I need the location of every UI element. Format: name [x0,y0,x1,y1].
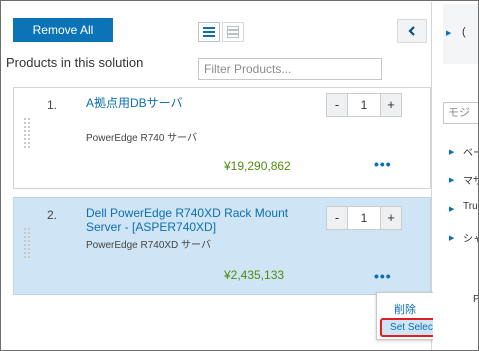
config-item[interactable]: マザ [463,172,478,187]
config-header: ▶ ( [443,4,478,64]
decrement-button[interactable]: - [326,93,348,117]
increment-button[interactable]: + [380,206,402,230]
config-item[interactable]: ベー [463,144,478,159]
product-name-line2[interactable]: Server - [ASPER740XD] [86,220,216,234]
more-options-icon[interactable]: ••• [374,268,392,284]
product-model: PowerEdge R740XD サーバ [86,240,211,251]
product-name-line1[interactable]: Dell PowerEdge R740XD Rack Mount [86,206,288,220]
solution-panel: Remove All Products in this solution 1. … [2,2,468,350]
filter-products-input[interactable] [198,58,382,80]
list-view-icon[interactable] [198,22,220,42]
config-footer-text: P [473,294,478,305]
product-price: ¥19,290,862 [224,159,291,173]
remove-all-button[interactable]: Remove All [13,18,113,42]
product-index: 2. [47,208,58,222]
product-index: 1. [47,98,58,112]
product-price: ¥2,435,133 [224,268,285,282]
module-search-input[interactable]: モジ [443,102,478,124]
caret-right-icon[interactable]: ▶ [446,29,451,37]
section-title: Products in this solution [6,55,144,70]
chevron-left-icon [408,26,415,36]
product-card[interactable]: 1. A拠点用DBサーバ PowerEdge R740 サーバ - 1 + ¥1… [13,87,431,189]
decrement-button[interactable]: - [326,206,348,230]
drag-handle-icon[interactable] [24,228,30,258]
more-options-icon[interactable]: ••• [374,156,392,172]
config-item[interactable]: シャ [463,230,478,245]
config-header-text: ( [462,26,466,38]
product-name[interactable]: A拠点用DBサーバ [86,96,183,110]
caret-right-icon[interactable]: ▶ [449,234,454,242]
quantity-value[interactable]: 1 [348,206,380,230]
increment-button[interactable]: + [380,93,402,117]
drag-handle-icon[interactable] [24,118,30,148]
app-frame: Remove All Products in this solution 1. … [0,0,479,351]
compact-view-icon[interactable] [222,22,244,42]
quantity-value[interactable]: 1 [348,93,380,117]
caret-right-icon[interactable]: ▶ [449,148,454,156]
quantity-stepper: - 1 + [326,206,418,230]
quantity-stepper: - 1 + [326,93,418,117]
caret-right-icon[interactable]: ▶ [449,176,454,184]
configuration-panel: ▶ ( モジ ▶ ベー ▶ マザ ▶ Tru ▶ シャ P [433,2,478,350]
delete-menu-item[interactable]: 削除 [394,301,416,317]
product-model: PowerEdge R740 サーバ [86,133,198,144]
config-item[interactable]: Tru [463,201,478,212]
caret-right-icon[interactable]: ▶ [449,205,454,213]
product-card-selected[interactable]: 2. Dell PowerEdge R740XD Rack Mount Serv… [13,197,431,295]
collapse-panel-button[interactable] [397,19,427,43]
